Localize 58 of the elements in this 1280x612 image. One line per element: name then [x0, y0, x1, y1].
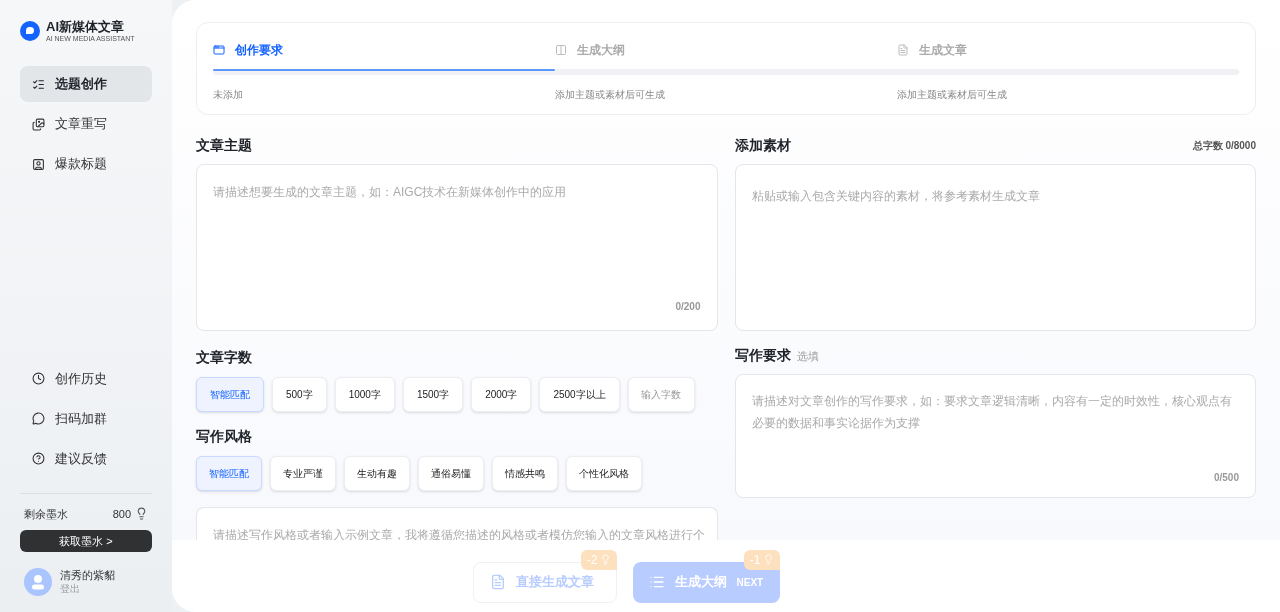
word-count-option[interactable]: 2500字以上	[539, 377, 620, 412]
optional-label: 选填	[796, 349, 819, 364]
nav-item[interactable]: 建议反馈	[20, 440, 152, 477]
cost-badge: -2	[580, 549, 617, 570]
user-name: 清秀的紫貂	[60, 568, 115, 583]
section-heading: 文章主题	[196, 136, 253, 155]
word-count-option[interactable]: 2000字	[471, 377, 532, 412]
style-option[interactable]: 个性化风格	[566, 456, 642, 491]
word-count-option[interactable]: 1000字	[334, 377, 395, 412]
window-icon	[213, 44, 225, 56]
help-icon	[32, 452, 45, 465]
section-heading: 写作风格	[196, 428, 252, 444]
style-option[interactable]: 通俗易懂	[418, 456, 484, 491]
ink-count: 800	[112, 506, 131, 522]
style-option[interactable]: 生动有趣	[344, 456, 410, 491]
list-icon	[648, 574, 665, 590]
placeholder-text: 粘贴或输入包含关键内容的素材，将参考素材生成文章	[751, 189, 1040, 203]
chat-icon	[32, 412, 45, 425]
nav-item[interactable]: 选题创作	[20, 66, 152, 102]
style-option[interactable]: 智能匹配	[196, 456, 262, 491]
placeholder-text: 请描述对文章创作的写作要求，如：要求文章逻辑清晰，内容有一定的时效性，核心观点有必要的数据和事实论据作为支撑	[751, 393, 1233, 432]
id-card-icon	[32, 157, 45, 171]
avatar-icon	[24, 568, 52, 596]
char-counter: 0/200	[675, 300, 701, 314]
ink-label: 剩余墨水	[24, 506, 68, 522]
section-heading: 写作要求	[734, 346, 791, 365]
nav-item[interactable]: 创作历史	[20, 360, 152, 397]
word-count-input[interactable]: 输入字数	[627, 377, 695, 412]
section-heading: 添加素材	[734, 136, 791, 155]
section-heading: 文章字数	[196, 349, 252, 365]
style-option[interactable]: 情感共鸣	[492, 456, 558, 491]
next-hint: NEXT	[736, 575, 764, 590]
document-icon	[489, 574, 506, 590]
step-note: 未添加	[213, 88, 244, 102]
word-count-option[interactable]: 1500字	[402, 377, 464, 412]
app-title: AI新媒体文章	[46, 20, 125, 33]
nav-item[interactable]: 扫码加群	[20, 400, 152, 437]
step-note: 添加主题或素材后可生成	[897, 88, 1008, 102]
placeholder-text: 请描述写作风格或者输入示例文章，我将遵循您描述的风格或者模仿您输入的文章风格进行个	[213, 528, 705, 540]
word-count-option[interactable]: 智能匹配	[196, 377, 264, 412]
step-tab[interactable]: 创作要求	[213, 39, 555, 61]
word-count-option[interactable]: 500字	[272, 377, 327, 412]
lightbulb-icon	[135, 507, 148, 521]
placeholder-text: 请描述想要生成的文章主题，如：AIGC技术在新媒体创作中的应用	[213, 184, 568, 201]
total-word-count: 总字数 0/8000	[1192, 139, 1256, 153]
document-icon	[897, 44, 909, 56]
get-ink-button[interactable]: 获取墨水 >	[20, 530, 152, 552]
image-stack-icon	[32, 117, 45, 131]
cost-badge: -1	[743, 549, 780, 570]
logo-icon	[20, 21, 40, 41]
nav-item[interactable]: 文章重写	[20, 106, 152, 142]
nav-item[interactable]: 爆款标题	[20, 146, 152, 182]
step-note: 添加主题或素材后可生成	[555, 88, 666, 102]
columns-icon	[555, 44, 567, 56]
char-counter: 0/500	[1213, 471, 1239, 485]
style-option[interactable]: 专业严谨	[270, 456, 336, 491]
clock-icon	[32, 372, 45, 385]
checklist-icon	[32, 77, 45, 91]
